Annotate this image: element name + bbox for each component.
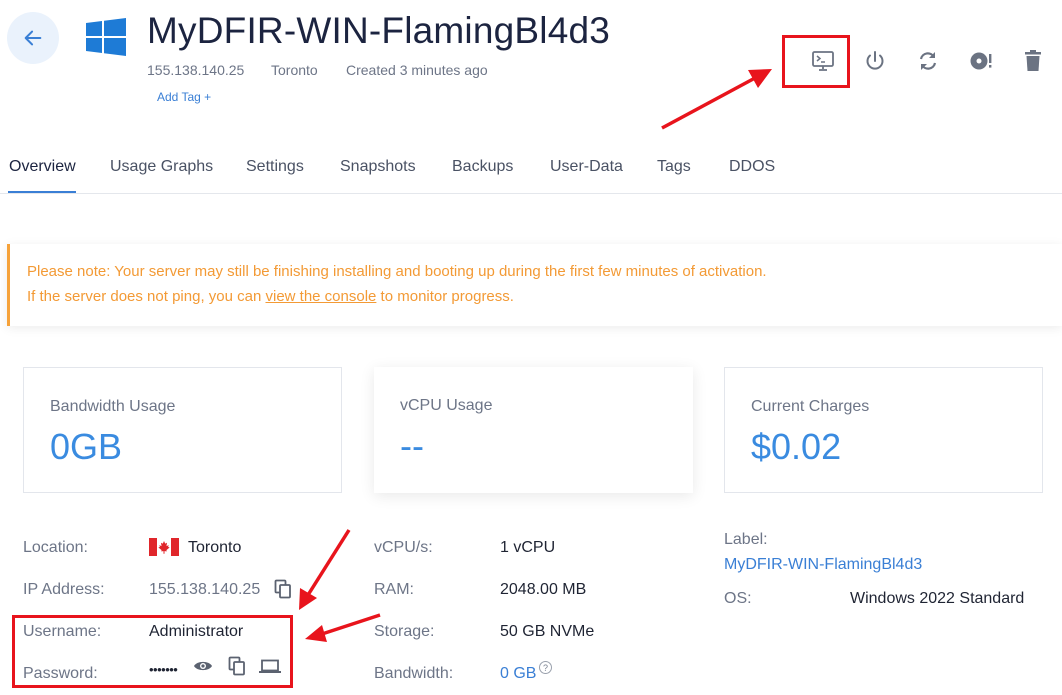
- username-label: Username:: [23, 623, 102, 640]
- username-value: Administrator: [149, 623, 244, 640]
- server-label-value[interactable]: MyDFIR-WIN-FlamingBl4d3: [724, 556, 922, 574]
- canada-flag-icon: [149, 538, 179, 556]
- tab-user-data[interactable]: User-Data: [550, 158, 623, 176]
- trash-icon: [1025, 50, 1041, 71]
- restart-button[interactable]: [913, 46, 943, 76]
- card-value: --: [400, 425, 424, 466]
- bandwidth-label: Bandwidth:: [374, 665, 454, 682]
- tab-bar: Overview Usage Graphs Settings Snapshots…: [0, 152, 1062, 194]
- show-password-button[interactable]: [192, 657, 214, 675]
- ram-label: RAM:: [374, 581, 414, 598]
- server-label-label: Label:: [724, 531, 768, 548]
- delete-button[interactable]: [1018, 46, 1048, 76]
- password-value: •••••••: [149, 662, 178, 677]
- storage-value: 50 GB NVMe: [500, 623, 595, 640]
- card-label: vCPU Usage: [400, 397, 493, 414]
- restart-icon: [919, 52, 937, 70]
- copy-ip-button[interactable]: [272, 577, 294, 601]
- password-label: Password:: [23, 665, 98, 682]
- setup-notice: Please note: Your server may still be fi…: [7, 244, 1062, 326]
- active-tab-indicator: [8, 191, 76, 193]
- tab-settings[interactable]: Settings: [246, 158, 304, 176]
- arrow-left-icon: [24, 30, 42, 46]
- vcpu-label: vCPU/s:: [374, 539, 433, 556]
- os-value: Windows 2022 Standard: [850, 590, 1025, 607]
- location-label: Location:: [23, 539, 88, 556]
- open-console-button[interactable]: [258, 657, 282, 675]
- laptop-icon: [259, 659, 281, 673]
- notice-suffix: to monitor progress.: [376, 288, 514, 305]
- location-value: Toronto: [188, 539, 242, 556]
- ram-value: 2048.00 MB: [500, 581, 587, 598]
- power-icon: [866, 51, 884, 70]
- copy-icon: [228, 656, 245, 676]
- tab-overview[interactable]: Overview: [9, 158, 76, 176]
- server-location: Toronto: [271, 62, 318, 78]
- tab-ddos[interactable]: DDOS: [729, 158, 775, 176]
- view-console-link[interactable]: view the console: [265, 288, 376, 305]
- storage-label: Storage:: [374, 623, 435, 640]
- annotation-arrow-to-copy: [299, 529, 351, 610]
- card-value: $0.02: [751, 426, 842, 467]
- bandwidth-value[interactable]: 0 GB: [500, 665, 536, 683]
- vcpu-value: 1 vCPU: [500, 539, 556, 556]
- tab-tags[interactable]: Tags: [657, 158, 691, 176]
- view-console-button[interactable]: [808, 46, 838, 76]
- back-button[interactable]: [7, 12, 59, 64]
- iso-icon: [970, 52, 992, 70]
- created-time: Created 3 minutes ago: [346, 62, 488, 78]
- windows-logo-icon: [86, 18, 126, 56]
- os-label: OS:: [724, 590, 752, 607]
- card-value: 0GB: [50, 426, 123, 467]
- iso-button[interactable]: [966, 46, 996, 76]
- ip-address-value: 155.138.140.25: [149, 581, 261, 598]
- current-charges-card: Current Charges $0.02: [724, 367, 1043, 493]
- tab-usage-graphs[interactable]: Usage Graphs: [110, 158, 213, 176]
- power-button[interactable]: [860, 46, 890, 76]
- copy-password-button[interactable]: [227, 655, 247, 677]
- annotation-arrow-to-credentials: [305, 613, 381, 642]
- console-icon: [812, 51, 834, 71]
- annotation-arrow-to-console: [661, 69, 772, 130]
- vcpu-usage-card: vCPU Usage --: [374, 367, 693, 493]
- add-tag-link[interactable]: Add Tag +: [157, 90, 211, 104]
- tab-snapshots[interactable]: Snapshots: [340, 158, 416, 176]
- tab-backups[interactable]: Backups: [452, 158, 513, 176]
- server-ip: 155.138.140.25: [147, 62, 245, 78]
- bandwidth-usage-card: Bandwidth Usage 0GB: [23, 367, 342, 493]
- server-title: MyDFIR-WIN-FlamingBl4d3: [147, 10, 611, 51]
- copy-icon: [274, 579, 291, 599]
- ip-address-label: IP Address:: [23, 581, 105, 598]
- card-label: Bandwidth Usage: [50, 398, 176, 415]
- help-icon[interactable]: ?: [539, 661, 552, 674]
- eye-icon: [194, 661, 212, 671]
- notice-prefix: If the server does not ping, you can: [27, 288, 266, 305]
- notice-line-2: If the server does not ping, you can vie…: [27, 288, 514, 305]
- card-label: Current Charges: [751, 398, 870, 415]
- notice-line-1: Please note: Your server may still be fi…: [27, 263, 767, 280]
